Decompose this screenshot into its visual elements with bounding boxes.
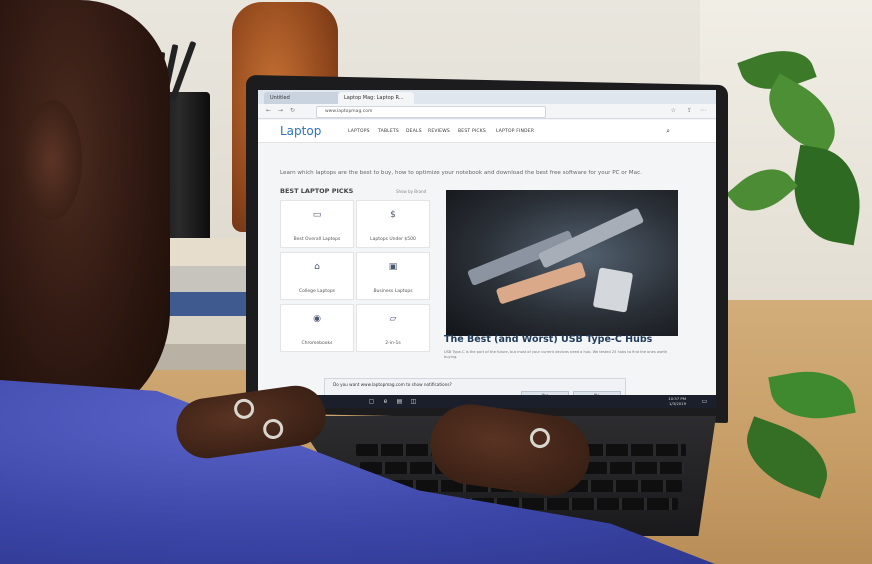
star-icon[interactable]: ☆ — [671, 107, 676, 114]
pick-card[interactable]: ⌂ College Laptops — [280, 252, 354, 300]
nav-link[interactable]: LAPTOPS — [348, 129, 370, 134]
pick-card[interactable]: ▱ 2-in-1s — [356, 304, 430, 352]
notification-text: Do you want www.laptopmag.com to show no… — [333, 382, 452, 387]
person-ear — [22, 100, 82, 220]
graduation-cap-icon: ⌂ — [314, 262, 320, 272]
convertible-icon: ▱ — [389, 314, 397, 324]
ring — [232, 397, 256, 421]
store-icon[interactable]: ◫ — [410, 398, 417, 405]
task-view-icon[interactable]: ▢ — [368, 398, 375, 405]
leaf — [768, 363, 856, 427]
article-headline[interactable]: The Best (and Worst) USB Type-C Hubs — [444, 334, 652, 345]
person-head — [0, 0, 170, 430]
article-blurb: USB Type-C is the port of the future, bu… — [444, 350, 668, 359]
ring — [528, 426, 552, 450]
hero-image[interactable] — [446, 190, 678, 336]
share-icon[interactable]: ⇪ — [687, 107, 692, 114]
pick-label: Business Laptops — [373, 289, 413, 294]
folder-icon[interactable]: ▤ — [396, 398, 403, 405]
site-logo[interactable]: Laptop — [280, 124, 321, 138]
pick-label: Best Overall Laptops — [293, 237, 341, 242]
pick-card[interactable]: ▭ Best Overall Laptops — [280, 200, 354, 248]
menu-icon[interactable]: ⋯ — [700, 107, 706, 114]
back-icon[interactable]: ← — [266, 107, 271, 114]
refresh-icon[interactable]: ↻ — [290, 107, 295, 114]
pick-label: Laptops Under $500 — [370, 237, 416, 242]
address-bar[interactable]: www.laptopmag.com — [316, 106, 546, 118]
leaf — [735, 416, 839, 499]
dollar-icon: $ — [390, 210, 396, 220]
nav-link[interactable]: LAPTOP FINDER — [496, 129, 534, 134]
chrome-icon: ◉ — [313, 314, 321, 324]
nav-link[interactable]: DEALS — [406, 129, 422, 134]
browser-tab-active[interactable]: Laptop Mag: Laptop R... — [338, 92, 414, 104]
forward-icon[interactable]: → — [278, 107, 283, 114]
picks-more-link[interactable]: Show by Brand — [396, 189, 426, 194]
picks-title: BEST LAPTOP PICKS — [280, 187, 354, 195]
notification-center-icon[interactable]: ▭ — [701, 398, 708, 405]
pick-label: 2-in-1s — [385, 341, 401, 346]
browser-tab-bar: Untitled Laptop Mag: Laptop R... — [258, 90, 716, 104]
nav-link[interactable]: REVIEWS — [428, 129, 450, 134]
clock-date: 1/3/2019 — [668, 401, 686, 406]
pick-card[interactable]: ▣ Business Laptops — [356, 252, 430, 300]
photo-scene: Untitled Laptop Mag: Laptop R... ← → ↻ w… — [0, 0, 872, 564]
leaf — [784, 144, 870, 246]
nav-link[interactable]: TABLETS — [378, 129, 399, 134]
edge-icon[interactable]: e — [382, 398, 389, 405]
leaf — [726, 155, 798, 225]
site-tagline: Learn which laptops are the best to buy,… — [280, 170, 642, 176]
taskbar-clock[interactable]: 10:57 PM 1/3/2019 — [668, 396, 686, 406]
browser-toolbar: ← → ↻ www.laptopmag.com ☆ ⇪ ⋯ — [258, 104, 716, 119]
pick-card[interactable]: ◉ Chromebooks — [280, 304, 354, 352]
laptop-icon: ▭ — [312, 210, 322, 220]
site-header: Laptop LAPTOPS TABLETS DEALS REVIEWS BES… — [258, 120, 716, 143]
ring — [261, 417, 285, 441]
laptop-screen: Untitled Laptop Mag: Laptop R... ← → ↻ w… — [258, 90, 716, 408]
pick-label: Chromebooks — [301, 341, 333, 346]
pick-label: College Laptops — [298, 289, 336, 294]
potted-plant — [722, 30, 872, 510]
briefcase-icon: ▣ — [388, 262, 398, 272]
usb-hub — [592, 267, 634, 313]
browser-tab[interactable]: Untitled — [264, 92, 346, 104]
pick-card[interactable]: $ Laptops Under $500 — [356, 200, 430, 248]
nav-link[interactable]: BEST PICKS — [458, 129, 486, 134]
search-icon[interactable]: ⌕ — [666, 127, 670, 136]
